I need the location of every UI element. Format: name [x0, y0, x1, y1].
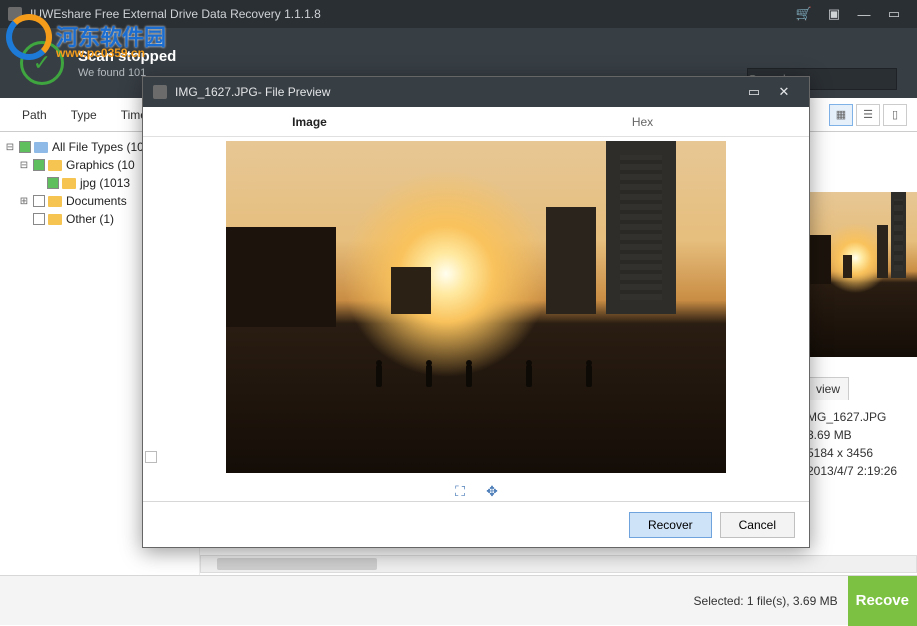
- dialog-recover-button[interactable]: Recover: [629, 512, 712, 538]
- tree-label: Other (1): [66, 212, 114, 226]
- info-preview-tab[interactable]: view: [807, 377, 849, 400]
- cart-icon[interactable]: 🛒: [789, 2, 819, 26]
- leaf-icon: [32, 178, 44, 189]
- info-filename: MG_1627.JPG: [807, 408, 917, 426]
- selection-text: Selected: 1 file(s), 3.69 MB: [694, 594, 838, 608]
- scrollbar-thumb[interactable]: [217, 558, 377, 570]
- info-date: 2013/4/7 2:19:26: [807, 462, 917, 480]
- restore-icon[interactable]: ▣: [819, 2, 849, 26]
- dialog-footer: Recover Cancel: [143, 501, 809, 547]
- actual-size-icon[interactable]: ✥: [484, 483, 500, 499]
- recover-button[interactable]: Recove: [848, 576, 917, 626]
- maximize-icon[interactable]: ▭: [879, 2, 909, 26]
- preview-image: [226, 141, 726, 473]
- drive-icon: [34, 142, 48, 153]
- status-texts: Scan stopped We found 101: [78, 48, 176, 79]
- view-detail-icon[interactable]: ▯: [883, 104, 907, 126]
- checkbox[interactable]: [33, 195, 45, 207]
- dialog-titlebar[interactable]: IMG_1627.JPG- File Preview ▭ ✕: [143, 77, 809, 107]
- tab-path[interactable]: Path: [10, 108, 59, 122]
- folder-icon: [48, 160, 62, 171]
- dialog-close-icon[interactable]: ✕: [769, 80, 799, 104]
- status-bar: Selected: 1 file(s), 3.69 MB Recove: [0, 575, 917, 625]
- collapse-icon[interactable]: ⊟: [18, 160, 30, 171]
- view-list-icon[interactable]: ☰: [856, 104, 880, 126]
- checkbox[interactable]: [33, 213, 45, 225]
- tree-label: jpg (1013: [80, 176, 130, 190]
- tab-image[interactable]: Image: [143, 115, 476, 129]
- dialog-icon: [153, 85, 167, 99]
- dialog-cancel-button[interactable]: Cancel: [720, 512, 795, 538]
- tab-hex[interactable]: Hex: [476, 115, 809, 129]
- dialog-tabs: Image Hex: [143, 107, 809, 137]
- info-meta: MG_1627.JPG 3.69 MB 5184 x 3456 2013/4/7…: [807, 408, 917, 480]
- scan-complete-icon: ✓: [20, 41, 64, 85]
- view-grid-icon[interactable]: ▦: [829, 104, 853, 126]
- collapse-icon[interactable]: ⊟: [4, 142, 16, 153]
- fit-icon[interactable]: ⛶: [452, 483, 468, 499]
- leaf-icon: [18, 214, 30, 225]
- dialog-body: ⛶ ✥: [143, 137, 809, 501]
- expand-icon[interactable]: ⊞: [18, 196, 30, 207]
- tree-label: Documents: [66, 194, 127, 208]
- file-preview-dialog: IMG_1627.JPG- File Preview ▭ ✕ Image Hex…: [142, 76, 810, 548]
- dialog-maximize-icon[interactable]: ▭: [739, 80, 769, 104]
- checkbox[interactable]: [33, 159, 45, 171]
- folder-icon: [48, 196, 62, 207]
- dialog-title: IMG_1627.JPG- File Preview: [175, 85, 330, 99]
- app-icon: [8, 7, 22, 21]
- horizontal-scrollbar[interactable]: [200, 555, 917, 573]
- info-dimensions: 5184 x 3456: [807, 444, 917, 462]
- checkbox[interactable]: [47, 177, 59, 189]
- scroll-corner-icon[interactable]: [145, 451, 157, 463]
- checkbox[interactable]: [19, 141, 31, 153]
- tree-label: Graphics (10: [66, 158, 135, 172]
- status-heading: Scan stopped: [78, 48, 176, 65]
- titlebar: IUWEshare Free External Drive Data Recov…: [0, 0, 917, 28]
- folder-icon: [48, 214, 62, 225]
- tree-label: All File Types (10: [52, 140, 144, 154]
- info-size: 3.69 MB: [807, 426, 917, 444]
- tab-type[interactable]: Type: [59, 108, 109, 122]
- folder-icon: [62, 178, 76, 189]
- app-title: IUWEshare Free External Drive Data Recov…: [30, 7, 789, 21]
- minimize-icon[interactable]: —: [849, 2, 879, 26]
- info-thumbnail: [807, 192, 917, 357]
- info-panel: view MG_1627.JPG 3.69 MB 5184 x 3456 201…: [807, 132, 917, 575]
- preview-tools: ⛶ ✥: [452, 483, 500, 499]
